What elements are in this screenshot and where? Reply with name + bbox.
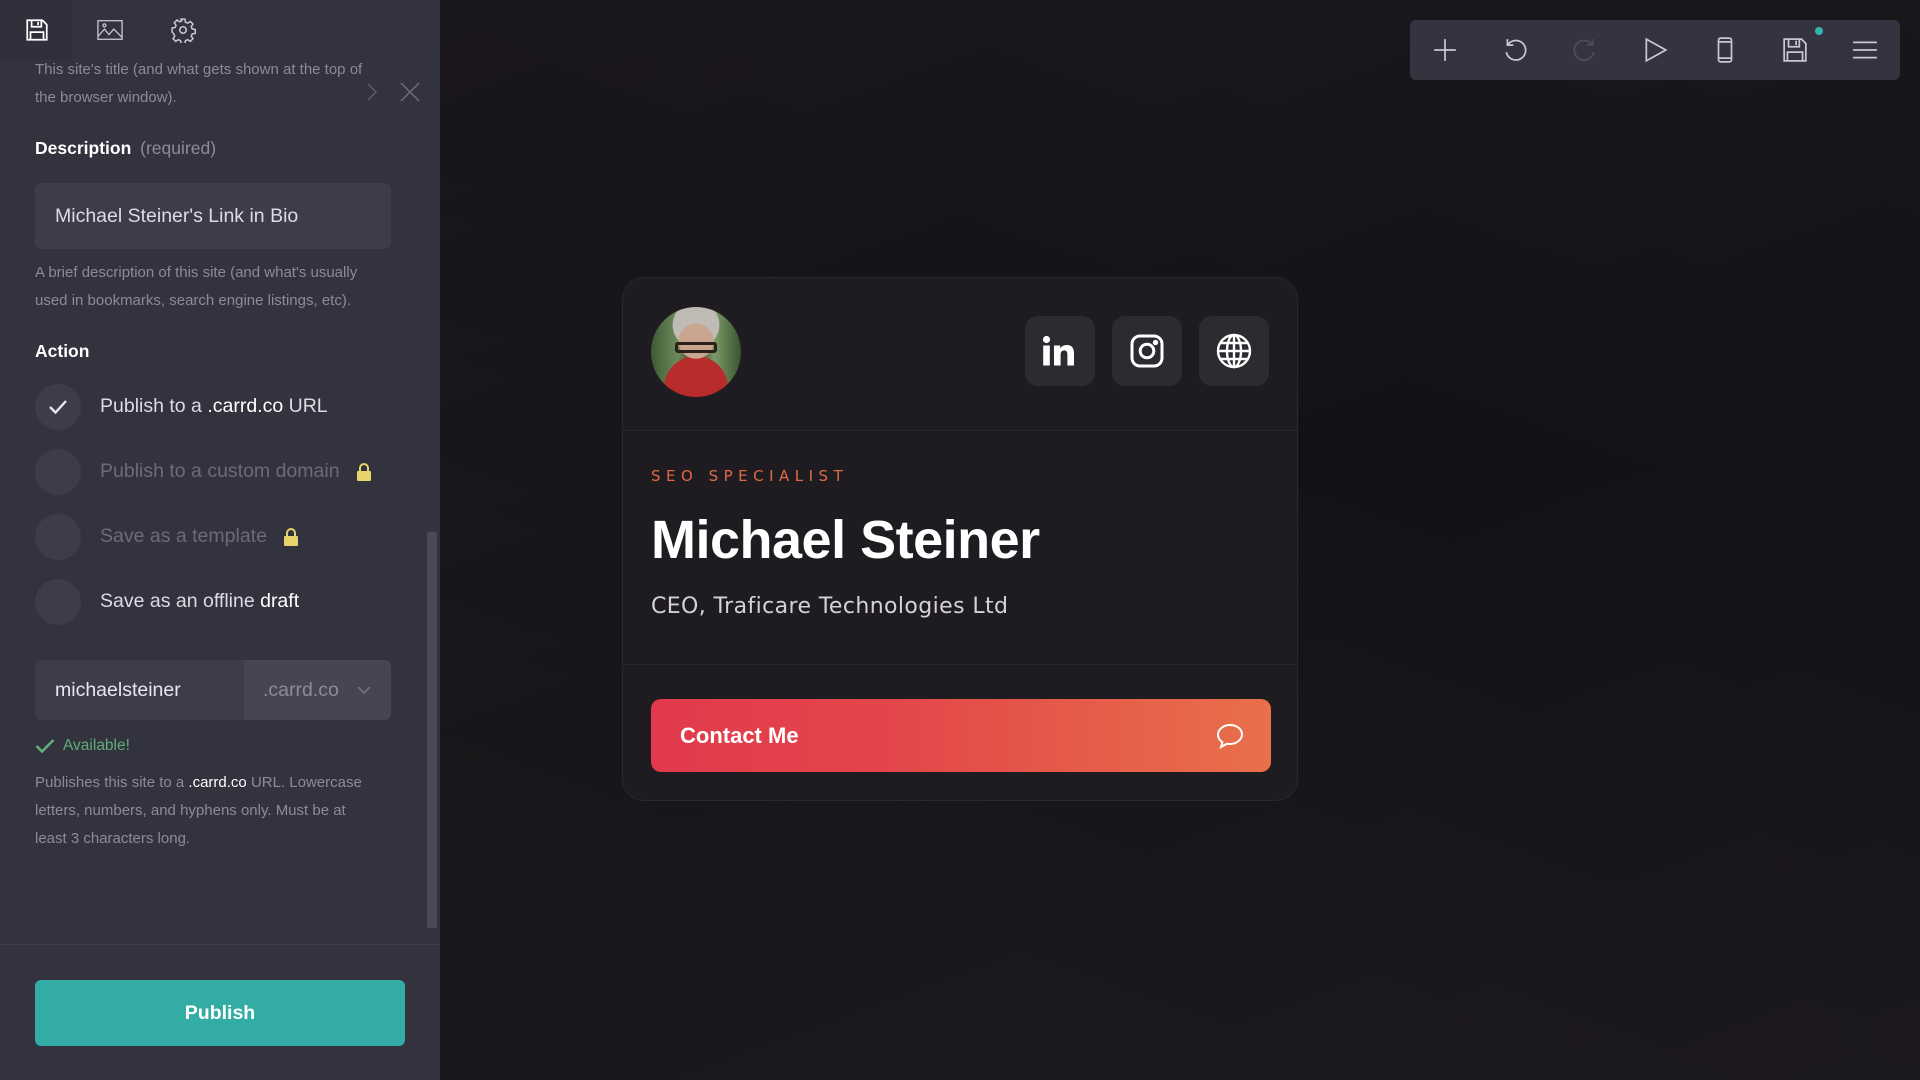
close-icon[interactable] (398, 80, 422, 104)
action-option-carrd-url[interactable]: Publish to a .carrd.co URL (35, 374, 391, 439)
sidebar-content: This site's title (and what gets shown a… (35, 56, 391, 853)
tab-save[interactable] (0, 0, 73, 60)
action-option-label: Save as a template (100, 525, 267, 547)
description-hint-line: used in bookmarks, search engine listing… (35, 292, 351, 309)
action-option-label: Publish to a custom domain (100, 460, 340, 482)
title-hint-line: the browser window). (35, 89, 177, 106)
add-element-button[interactable] (1410, 20, 1480, 80)
url-hint-line: least 3 characters long. (35, 830, 191, 847)
card-header (623, 278, 1297, 431)
editor-toolbar (1410, 20, 1900, 80)
checkmark-icon (35, 739, 55, 754)
action-label: Action (35, 341, 90, 361)
redo-button[interactable] (1550, 20, 1620, 80)
preview-button[interactable] (1620, 20, 1690, 80)
radio-selected[interactable] (35, 383, 81, 430)
lock-icon (356, 462, 371, 481)
description-input[interactable] (35, 183, 391, 249)
action-option-label: Save as an offline draft (100, 590, 299, 613)
radio-unselected[interactable] (35, 448, 81, 495)
title-hint: This site's title (and what gets shown a… (35, 56, 375, 112)
globe-icon (1216, 333, 1252, 369)
main-menu-button[interactable] (1830, 20, 1900, 80)
mobile-view-button[interactable] (1690, 20, 1760, 80)
image-icon (96, 20, 123, 40)
card-body: SEO SPECIALIST Michael Steiner CEO, Traf… (623, 431, 1297, 665)
lock-icon (283, 527, 298, 546)
action-options: Publish to a .carrd.co URL Publish to a … (35, 374, 391, 634)
linkedin-icon (1042, 335, 1074, 366)
save-icon (1783, 38, 1807, 62)
chevron-down-icon (357, 686, 371, 694)
radio-unselected[interactable] (35, 578, 81, 625)
tab-settings[interactable] (146, 0, 219, 60)
tab-images[interactable] (73, 0, 146, 60)
instagram-icon (1130, 334, 1164, 368)
action-option-offline-draft[interactable]: Save as an offline draft (35, 569, 391, 634)
profile-name: Michael Steiner (651, 510, 1040, 570)
domain-select-value: .carrd.co (263, 678, 339, 701)
url-hint-line: letters, numbers, and hyphens only. Must… (35, 802, 346, 819)
undo-button[interactable] (1480, 20, 1550, 80)
checkmark-icon (49, 399, 67, 414)
domain-select[interactable]: .carrd.co (244, 660, 391, 720)
url-hint: Publishes this site to a .carrd.co URL. … (35, 769, 391, 853)
contact-me-label: Contact Me (680, 722, 799, 748)
subdomain-input[interactable] (35, 660, 244, 720)
publish-button[interactable]: Publish (35, 980, 405, 1046)
label-text: Save as an offline (100, 590, 261, 612)
description-label-text: Description (35, 138, 132, 158)
menu-icon (1853, 41, 1877, 59)
hint-text: URL. Lowercase (246, 774, 362, 791)
job-title-kicker: SEO SPECIALIST (651, 467, 849, 485)
publish-sidebar: This site's title (and what gets shown a… (0, 0, 440, 1080)
description-label: Description (required) (35, 138, 391, 159)
social-links (1025, 316, 1269, 386)
sidebar-tabs (0, 0, 440, 60)
label-highlight: draft (260, 590, 300, 612)
contact-me-button[interactable]: Contact Me (651, 699, 1271, 772)
action-option-custom-domain[interactable]: Publish to a custom domain (35, 439, 391, 504)
website-button[interactable] (1199, 316, 1269, 386)
url-hint-line: Publishes this site to a .carrd.co URL. … (35, 769, 391, 797)
url-field-group: .carrd.co (35, 660, 391, 720)
profile-role: CEO, Traficare Technologies Ltd (651, 594, 1009, 619)
label-text: URL (283, 395, 328, 417)
sidebar-scrollbar[interactable] (427, 532, 437, 928)
hint-text: Publishes this site to a (35, 774, 189, 791)
chat-bubble-icon (1216, 723, 1244, 749)
instagram-button[interactable] (1112, 316, 1182, 386)
gear-icon (170, 18, 196, 43)
description-hint: A brief description of this site (and wh… (35, 259, 391, 315)
redo-icon (1573, 39, 1595, 61)
linkedin-button[interactable] (1025, 316, 1095, 386)
description-hint-line: A brief description of this site (and wh… (35, 264, 358, 281)
avatar (651, 307, 741, 397)
undo-icon (1505, 39, 1527, 61)
mobile-icon (1717, 37, 1733, 63)
play-icon (1645, 37, 1668, 63)
availability-text: Available! (63, 737, 130, 754)
action-option-template[interactable]: Save as a template (35, 504, 391, 569)
label-highlight: .carrd.co (207, 395, 284, 417)
plus-icon (1434, 39, 1456, 61)
required-tag: (required) (140, 138, 217, 158)
avatar-detail (675, 342, 717, 353)
hint-highlight: .carrd.co (188, 774, 247, 791)
unsaved-indicator-dot (1815, 27, 1823, 35)
sidebar-footer: Publish (0, 944, 440, 1080)
profile-card: SEO SPECIALIST Michael Steiner CEO, Traf… (622, 277, 1298, 801)
radio-unselected[interactable] (35, 513, 81, 560)
floppy-disk-icon (25, 19, 48, 41)
availability-status: Available! (35, 737, 391, 755)
action-option-label: Publish to a .carrd.co URL (100, 395, 328, 418)
title-hint-line: This site's title (and what gets shown a… (35, 61, 363, 78)
label-text: Publish to a (100, 395, 208, 417)
